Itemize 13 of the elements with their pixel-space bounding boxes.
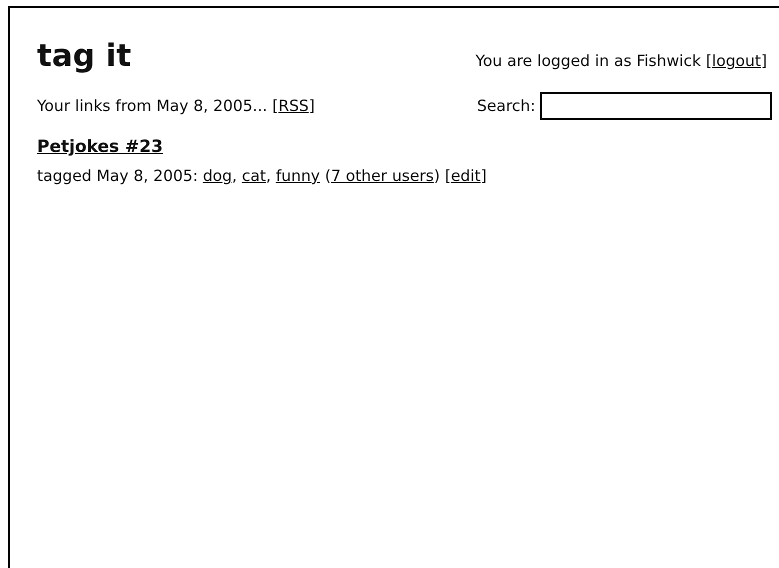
tags-line: tagged May 8, 2005: dog, cat, funny (7 other users) [edit] (37, 167, 488, 185)
tag-link[interactable]: cat (242, 167, 266, 185)
links-heading: Your links from May 8, 2005... [RSS] (37, 97, 316, 115)
search-label: Search: (477, 97, 536, 115)
tag-link[interactable]: 7 other users (330, 167, 434, 185)
tag-link[interactable]: edit (450, 167, 481, 185)
tag-link[interactable]: funny (276, 167, 320, 185)
site-title: tag it (37, 38, 132, 74)
link-title[interactable]: Petjokes #23 (37, 137, 163, 157)
logout-link[interactable]: logout (712, 52, 761, 70)
tag-link[interactable]: dog (202, 167, 232, 185)
login-status: You are logged in as Fishwick [logout] (476, 52, 767, 70)
rss-link[interactable]: RSS (278, 97, 309, 115)
